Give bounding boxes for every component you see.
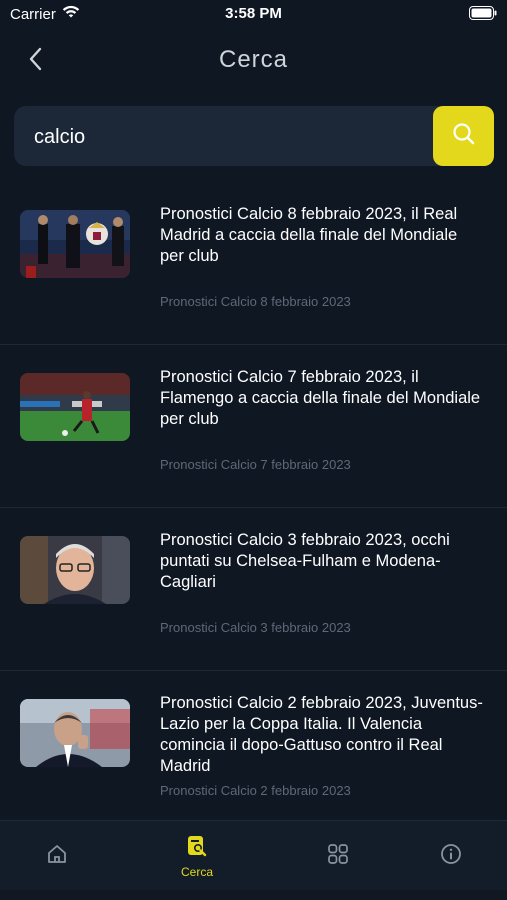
results-list: Pronostici Calcio 8 febbraio 2023, il Re… xyxy=(0,182,507,834)
article-date: Pronostici Calcio 8 febbraio 2023 xyxy=(160,294,351,309)
article-date: Pronostici Calcio 7 febbraio 2023 xyxy=(160,457,351,472)
search-input[interactable] xyxy=(32,120,426,154)
tab-home[interactable] xyxy=(17,821,97,891)
grid-icon xyxy=(327,843,349,870)
tab-search-label: Cerca xyxy=(180,864,213,879)
article-thumbnail xyxy=(20,373,130,441)
article-date: Pronostici Calcio 3 febbraio 2023 xyxy=(160,620,351,635)
article-thumbnail xyxy=(20,699,130,767)
article-date: Pronostici Calcio 2 febbraio 2023 xyxy=(160,783,351,798)
search-icon xyxy=(451,121,477,152)
clock: 3:58 PM xyxy=(225,5,282,22)
article-title: Pronostici Calcio 3 febbraio 2023, occhi… xyxy=(160,531,450,591)
search-field xyxy=(14,106,454,166)
search-doc-icon xyxy=(185,834,209,863)
home-icon xyxy=(46,843,68,870)
info-icon xyxy=(440,843,462,870)
search-bar xyxy=(14,106,494,166)
home-indicator-area xyxy=(0,890,507,900)
list-item[interactable]: Pronostici Calcio 7 febbraio 2023, il Fl… xyxy=(0,345,507,508)
article-title: Pronostici Calcio 2 febbraio 2023, Juven… xyxy=(160,694,483,775)
article-thumbnail xyxy=(20,536,130,604)
nav-header: Cerca xyxy=(0,36,507,86)
tab-info[interactable] xyxy=(411,821,491,891)
search-button[interactable] xyxy=(433,106,494,166)
article-title: Pronostici Calcio 8 febbraio 2023, il Re… xyxy=(160,205,458,265)
page-title: Cerca xyxy=(218,46,289,73)
list-item[interactable]: Pronostici Calcio 2 febbraio 2023, Juven… xyxy=(0,671,507,834)
list-item[interactable]: Pronostici Calcio 3 febbraio 2023, occhi… xyxy=(0,508,507,671)
article-title: Pronostici Calcio 7 febbraio 2023, il Fl… xyxy=(160,368,481,428)
tab-categories[interactable] xyxy=(298,821,378,891)
list-item[interactable]: Pronostici Calcio 8 febbraio 2023, il Re… xyxy=(0,182,507,345)
status-bar: Carrier 3:58 PM xyxy=(0,0,507,28)
tab-search[interactable]: Cerca xyxy=(157,821,237,891)
article-thumbnail xyxy=(20,210,130,278)
tab-bar: Cerca xyxy=(0,820,507,891)
battery-icon xyxy=(469,6,497,24)
